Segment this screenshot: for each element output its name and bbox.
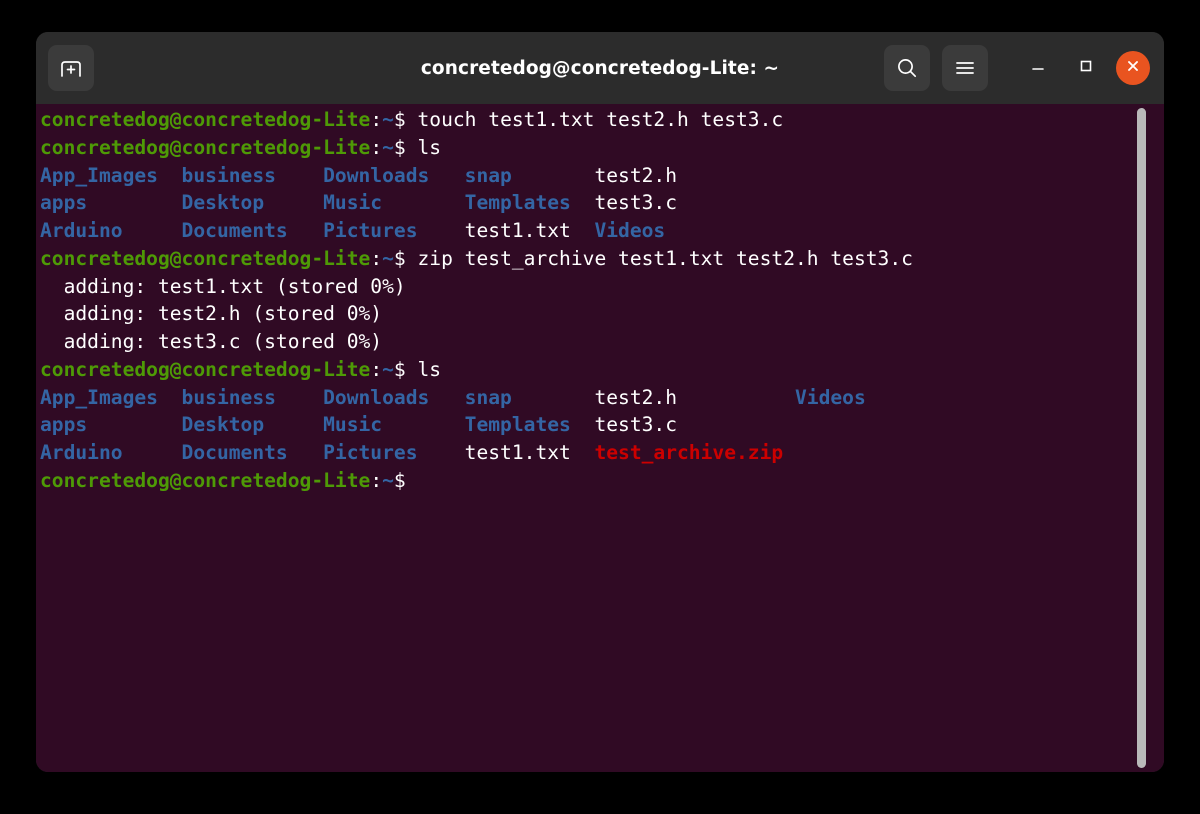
terminal-prompt-line: concretedog@concretedog-Lite:~$ ls bbox=[40, 134, 1164, 162]
terminal-text-segment: : bbox=[370, 246, 383, 270]
terminal-prompt-line: concretedog@concretedog-Lite:~$ touch te… bbox=[40, 106, 1164, 134]
terminal-text-segment: : bbox=[370, 468, 383, 492]
terminal-text-segment: test_archive.zip bbox=[594, 441, 784, 464]
terminal-text-segment: concretedog@concretedog-Lite bbox=[40, 246, 371, 270]
terminal-text-segment: App_Images business Downloads snap bbox=[40, 163, 595, 187]
titlebar-controls bbox=[884, 45, 1150, 91]
terminal-output-line: Arduino Documents Pictures test1.txt tes… bbox=[40, 439, 1164, 467]
new-tab-button[interactable] bbox=[48, 45, 94, 91]
terminal-text-segment: test1.txt bbox=[464, 441, 595, 464]
terminal-text-segment: ~ bbox=[382, 108, 394, 131]
terminal-text-segment: test2.h bbox=[594, 385, 795, 409]
terminal-text-segment: App_Images business Downloads snap bbox=[40, 385, 595, 409]
terminal-text-segment: $ bbox=[393, 357, 418, 381]
terminal-text-segment: concretedog@concretedog-Lite bbox=[40, 468, 371, 492]
new-tab-icon bbox=[59, 57, 83, 79]
maximize-button[interactable] bbox=[1068, 50, 1104, 86]
search-button[interactable] bbox=[884, 45, 930, 91]
terminal-text-segment: : bbox=[370, 108, 383, 131]
terminal-text-segment: Arduino Documents Pictures bbox=[40, 441, 465, 464]
terminal-output-line: Arduino Documents Pictures test1.txt Vid… bbox=[40, 217, 1164, 245]
search-icon bbox=[895, 56, 919, 80]
window-titlebar: concretedog@concretedog-Lite: ~ bbox=[36, 32, 1164, 104]
terminal-output-line: App_Images business Downloads snap test2… bbox=[40, 384, 1164, 412]
terminal-text-segment: ~ bbox=[382, 246, 394, 270]
terminal-text-segment: test3.c bbox=[594, 413, 678, 437]
terminal-text-segment: adding: test3.c (stored 0%) bbox=[40, 330, 383, 353]
terminal-text-segment: concretedog@concretedog-Lite bbox=[40, 135, 371, 159]
terminal-text-segment: concretedog@concretedog-Lite bbox=[40, 108, 371, 131]
terminal-output-line: apps Desktop Music Templates test3.c bbox=[40, 411, 1164, 439]
terminal-output-line: adding: test3.c (stored 0%) bbox=[40, 328, 1164, 356]
terminal-text-segment: zip test_archive test1.txt test2.h test3… bbox=[417, 246, 913, 270]
terminal-screen[interactable]: concretedog@concretedog-Lite:~$ touch te… bbox=[36, 104, 1164, 772]
terminal-text-segment: ls bbox=[417, 357, 442, 381]
hamburger-menu-icon bbox=[953, 58, 977, 78]
terminal-prompt-line: concretedog@concretedog-Lite:~$ bbox=[40, 467, 1164, 495]
terminal-text-segment: : bbox=[370, 357, 383, 381]
minimize-icon bbox=[1028, 56, 1048, 80]
terminal-text-segment: apps Desktop Music Templates bbox=[40, 191, 595, 215]
terminal-prompt-line: concretedog@concretedog-Lite:~$ zip test… bbox=[40, 245, 1164, 273]
maximize-icon bbox=[1076, 56, 1096, 80]
terminal-text-segment: adding: test1.txt (stored 0%) bbox=[40, 274, 406, 298]
terminal-output-line: apps Desktop Music Templates test3.c bbox=[40, 189, 1164, 217]
terminal-scrollbar-thumb[interactable] bbox=[1137, 108, 1146, 768]
terminal-text-segment: apps Desktop Music Templates bbox=[40, 413, 595, 437]
close-icon bbox=[1124, 57, 1142, 79]
terminal-text-segment: ~ bbox=[382, 468, 394, 492]
terminal-output-line: adding: test2.h (stored 0%) bbox=[40, 300, 1164, 328]
terminal-text-segment: test3.c bbox=[594, 191, 678, 215]
terminal-text-segment: : bbox=[370, 135, 383, 159]
terminal-text-segment: $ bbox=[393, 246, 418, 270]
terminal-text-segment: test1.txt bbox=[464, 219, 595, 242]
terminal-text-segment: $ bbox=[393, 135, 418, 159]
terminal-text-segment: touch test1.txt test2.h test3.c bbox=[417, 108, 784, 131]
terminal-window: concretedog@concretedog-Lite: ~ concrete… bbox=[36, 32, 1164, 772]
minimize-button[interactable] bbox=[1020, 50, 1056, 86]
terminal-text-segment: $ bbox=[393, 108, 418, 131]
terminal-text-segment: ls bbox=[417, 135, 442, 159]
terminal-text-segment: ~ bbox=[382, 135, 394, 159]
terminal-text-segment: test2.h bbox=[594, 163, 678, 187]
terminal-text-segment: Videos bbox=[594, 219, 666, 242]
menu-button[interactable] bbox=[942, 45, 988, 91]
terminal-output-line: App_Images business Downloads snap test2… bbox=[40, 162, 1164, 190]
terminal-output: concretedog@concretedog-Lite:~$ touch te… bbox=[40, 106, 1164, 495]
terminal-scrollbar-track[interactable] bbox=[1137, 104, 1156, 772]
terminal-text-segment: Arduino Documents Pictures bbox=[40, 219, 465, 242]
terminal-text-segment: ~ bbox=[382, 357, 394, 381]
terminal-text-segment: adding: test2.h (stored 0%) bbox=[40, 302, 383, 326]
close-button[interactable] bbox=[1116, 51, 1150, 85]
terminal-text-segment: concretedog@concretedog-Lite bbox=[40, 357, 371, 381]
terminal-output-line: adding: test1.txt (stored 0%) bbox=[40, 273, 1164, 301]
terminal-prompt-line: concretedog@concretedog-Lite:~$ ls bbox=[40, 356, 1164, 384]
terminal-text-segment: $ bbox=[393, 468, 406, 492]
terminal-text-segment: Videos bbox=[794, 385, 866, 409]
